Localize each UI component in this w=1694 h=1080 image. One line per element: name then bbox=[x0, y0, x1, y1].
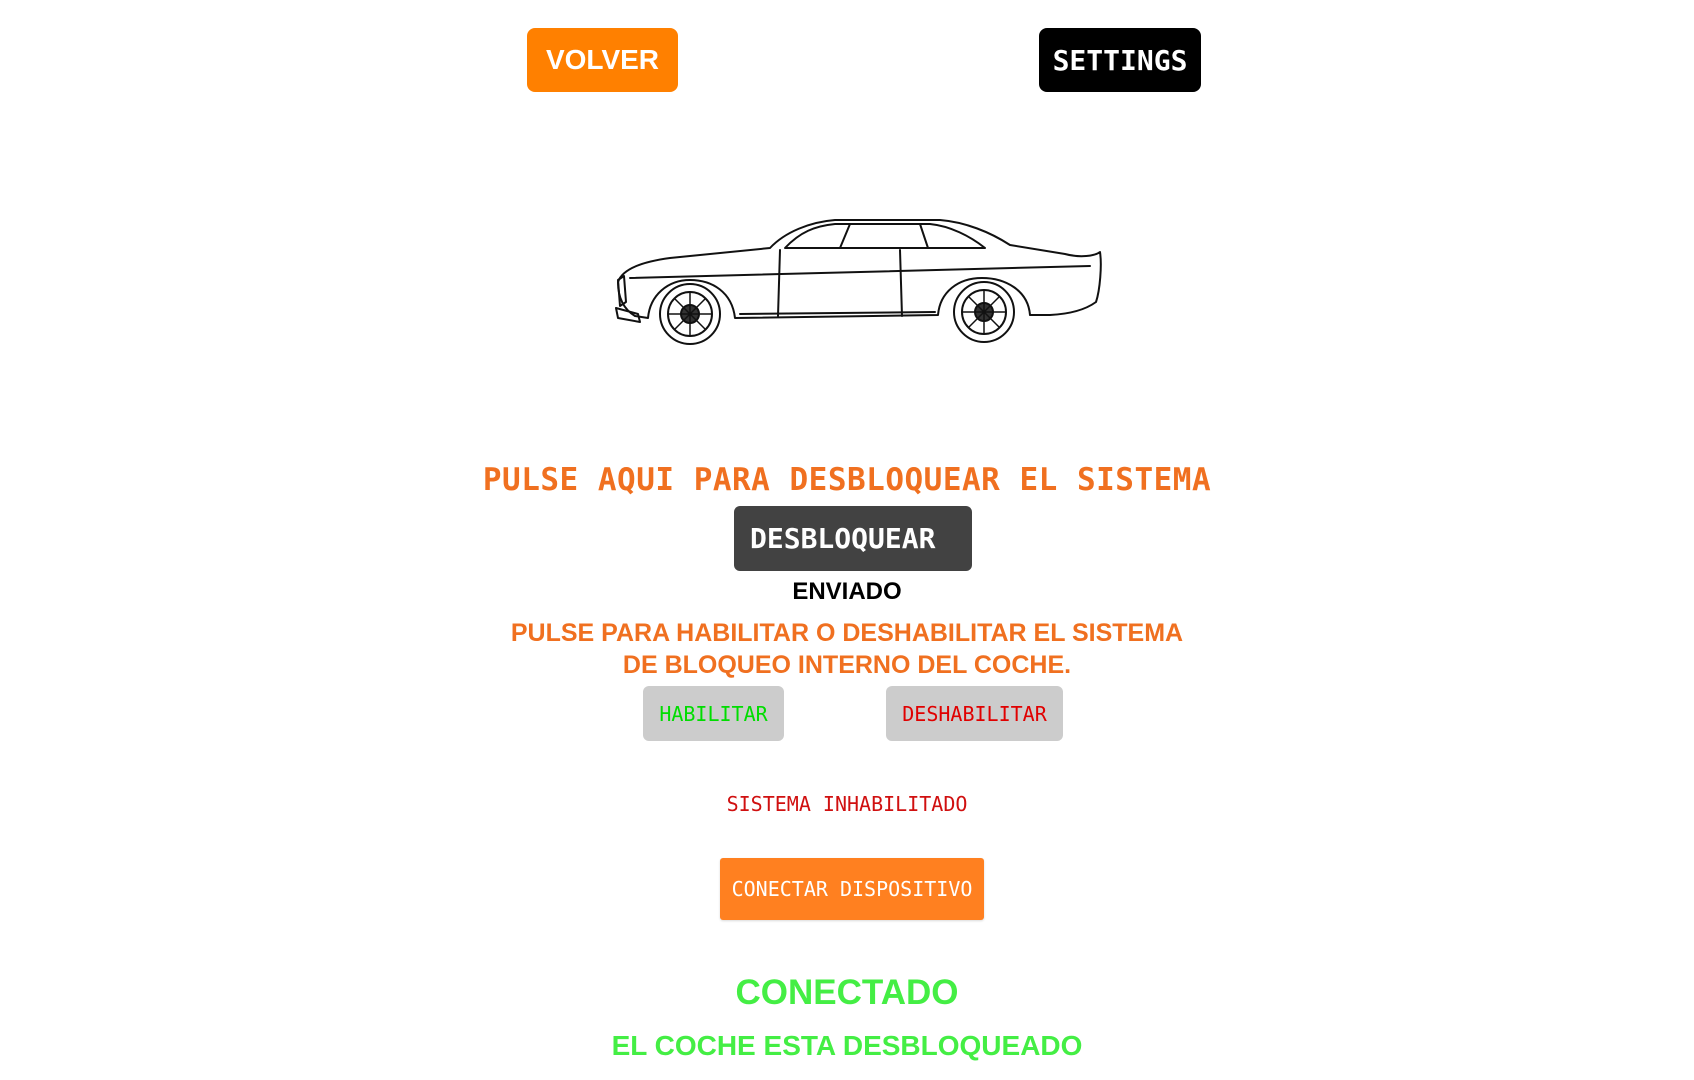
car-door-line bbox=[777, 249, 781, 317]
car-image bbox=[615, 219, 1102, 345]
car-pillar bbox=[839, 223, 851, 249]
connect-device-button[interactable]: CONECTAR DISPOSITIVO bbox=[720, 858, 984, 920]
lock-system-prompt-text: PULSE PARA HABILITAR O DESHABILITAR EL S… bbox=[0, 617, 1694, 681]
back-button[interactable]: VOLVER bbox=[527, 28, 678, 92]
unlock-prompt-text: PULSE AQUI PARA DESBLOQUEAR EL SISTEMA bbox=[482, 462, 1212, 498]
car-belt-line bbox=[629, 265, 1091, 279]
settings-button[interactable]: SETTINGS bbox=[1039, 28, 1201, 92]
car-pillar-rear bbox=[919, 223, 929, 249]
car-door-line-rear bbox=[899, 249, 903, 317]
car-wheel-rear bbox=[953, 281, 1015, 343]
car-window-line bbox=[784, 223, 986, 249]
unlock-button[interactable]: DESBLOQUEAR bbox=[734, 506, 972, 571]
enable-button[interactable]: HABILITAR bbox=[643, 686, 784, 741]
car-rocker bbox=[739, 311, 936, 315]
sent-status-text: ENVIADO bbox=[792, 578, 902, 605]
connection-status-text: CONECTADO bbox=[735, 973, 959, 1012]
car-lock-status-text: EL COCHE ESTA DESBLOQUEADO bbox=[611, 1030, 1083, 1061]
car-wheel-front bbox=[659, 283, 721, 345]
system-status-text: SISTEMA INHABILITADO bbox=[726, 792, 968, 816]
lock-system-prompt: PULSE PARA HABILITAR O DESHABILITAR EL S… bbox=[510, 619, 1184, 679]
disable-button[interactable]: DESHABILITAR bbox=[886, 686, 1063, 741]
